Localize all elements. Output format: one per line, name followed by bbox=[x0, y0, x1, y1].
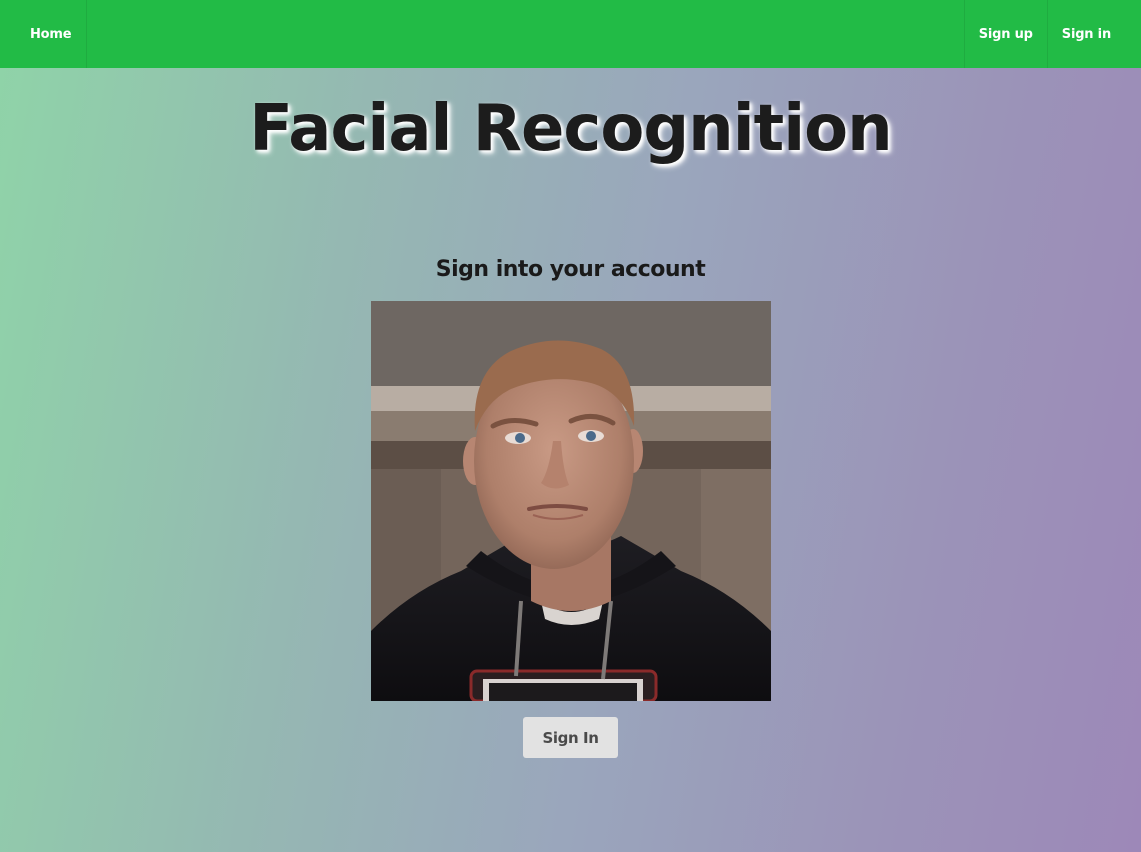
page-title: Facial Recognition bbox=[249, 92, 892, 166]
webcam-face-image bbox=[371, 301, 771, 701]
nav-home-link[interactable]: Home bbox=[0, 0, 88, 68]
nav-signup-link[interactable]: Sign up bbox=[963, 0, 1047, 68]
navbar-left: Home bbox=[0, 0, 88, 68]
nav-signin-link[interactable]: Sign in bbox=[1046, 0, 1141, 68]
sign-in-button[interactable]: Sign In bbox=[523, 717, 618, 758]
signin-subtitle: Sign into your account bbox=[435, 257, 706, 282]
webcam-photo bbox=[371, 301, 771, 701]
navbar-right: Sign up Sign in bbox=[963, 0, 1141, 68]
top-navbar: Home Sign up Sign in bbox=[0, 0, 1141, 68]
